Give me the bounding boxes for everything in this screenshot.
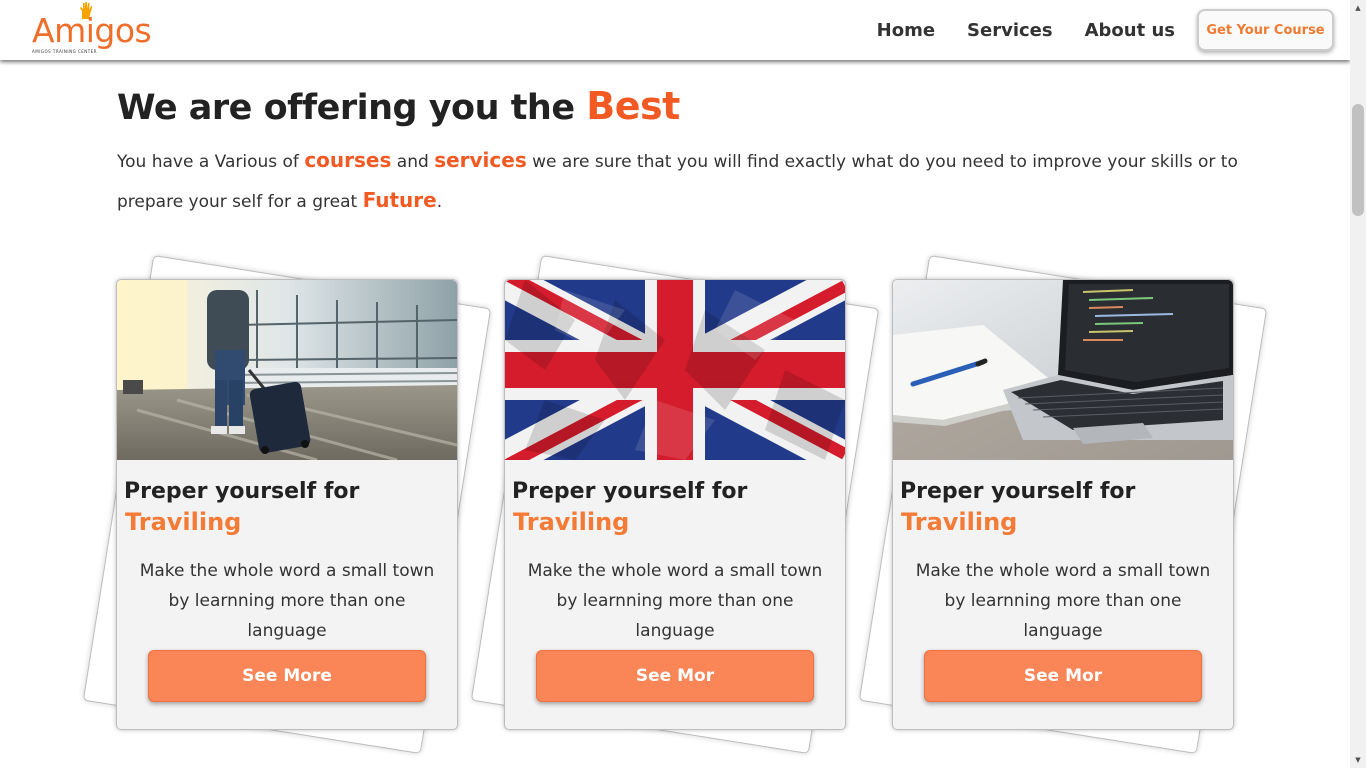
card-subtitle: Traviling: [901, 508, 1018, 536]
card-description: Make the whole word a small town by lear…: [915, 561, 1211, 641]
heading-accent: Best: [586, 84, 680, 128]
page-scrollbar[interactable]: ▲ ▼: [1350, 0, 1366, 768]
course-card: Preper yourself for Traviling Make the w…: [892, 279, 1234, 730]
intro-paragraph: You have a Various of courses and servic…: [117, 141, 1247, 221]
intro-courses-highlight: courses: [304, 148, 392, 172]
course-card-wrapper: Preper yourself for Traviling Make the w…: [82, 255, 492, 754]
intro-services-highlight: services: [434, 148, 527, 172]
amigos-logo[interactable]: Amigos AMIGOS TRAINING CENTER: [30, 2, 152, 58]
main-nav: Home Services About us Get Your Course: [877, 0, 1334, 60]
nav-services-link[interactable]: Services: [967, 20, 1053, 41]
card-description: Make the whole word a small town by lear…: [527, 561, 823, 641]
intro-text-2: and: [391, 152, 435, 172]
see-more-button[interactable]: See More: [148, 650, 426, 702]
see-more-button[interactable]: See Mor: [924, 650, 1202, 702]
course-card-wrapper: Preper yourself for Traviling Make the w…: [470, 255, 880, 754]
intro-text-4: .: [436, 192, 443, 212]
card-subtitle: Traviling: [125, 508, 242, 536]
site-header: Amigos AMIGOS TRAINING CENTER Home Servi…: [0, 0, 1350, 60]
course-card: Preper yourself for Traviling Make the w…: [116, 279, 458, 730]
scroll-up-arrow-icon[interactable]: ▲: [1350, 0, 1366, 16]
logo-tagline: AMIGOS TRAINING CENTER: [32, 49, 97, 54]
course-card-wrapper: Preper yourself for Traviling Make the w…: [858, 255, 1268, 754]
see-more-button[interactable]: See Mor: [536, 650, 814, 702]
course-card: Preper yourself for Traviling Make the w…: [504, 279, 846, 730]
intro-text-1: You have a Various of: [117, 152, 305, 172]
intro-future-highlight: Future: [362, 188, 437, 212]
card-title: Preper yourself for: [900, 479, 1136, 504]
uk-flag-photo: [505, 280, 845, 460]
card-title: Preper yourself for: [124, 479, 360, 504]
card-title: Preper yourself for: [512, 479, 748, 504]
card-subtitle: Traviling: [513, 508, 630, 536]
heading-text: We are offering you the: [117, 88, 587, 128]
nav-about-link[interactable]: About us: [1085, 20, 1175, 41]
travel-photo: [117, 280, 457, 460]
section-heading: We are offering you the Best: [117, 84, 680, 128]
scroll-thumb[interactable]: [1352, 104, 1364, 216]
card-description: Make the whole word a small town by lear…: [139, 561, 435, 641]
get-your-course-button[interactable]: Get Your Course: [1197, 9, 1334, 51]
scroll-down-arrow-icon[interactable]: ▼: [1350, 752, 1366, 768]
nav-home-link[interactable]: Home: [877, 20, 935, 41]
laptop-photo: [893, 280, 1233, 460]
logo-wordmark: Amigos: [32, 11, 152, 50]
